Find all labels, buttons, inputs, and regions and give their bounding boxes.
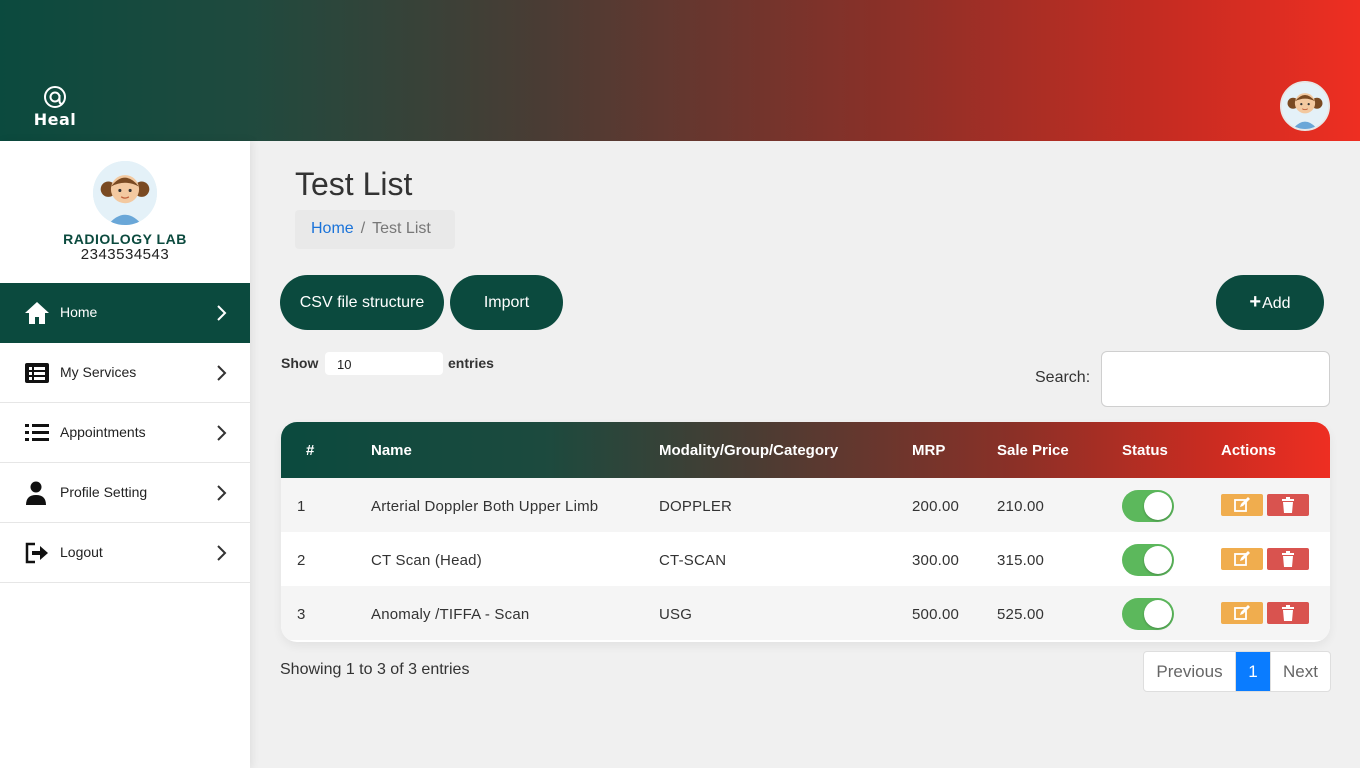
show-label: Show: [281, 355, 319, 371]
page-1-button[interactable]: 1: [1236, 652, 1270, 691]
entries-per-page-select[interactable]: 10: [325, 352, 443, 375]
heal-logo[interactable]: Heal: [30, 84, 80, 129]
sidebar-profile: RADIOLOGY LAB 2343534543: [0, 141, 250, 283]
plus-icon: +: [1249, 291, 1262, 313]
column-header-actions: Actions: [1221, 442, 1277, 459]
sidebar-item-label: Appointments: [60, 424, 146, 440]
delete-button[interactable]: [1267, 494, 1309, 516]
cell-name: Anomaly /TIFFA - Scan: [371, 606, 530, 623]
toggle-knob: [1144, 546, 1172, 574]
edit-icon: [1234, 605, 1250, 620]
delete-button[interactable]: [1267, 548, 1309, 570]
home-icon: [25, 302, 49, 324]
breadcrumb-current: Test List: [372, 220, 431, 237]
sidebar-item-label: Logout: [60, 544, 103, 560]
breadcrumb-home-link[interactable]: Home: [311, 220, 354, 237]
edit-icon: [1234, 551, 1250, 566]
lab-name: RADIOLOGY LAB: [63, 231, 187, 247]
cell-category: USG: [659, 606, 693, 623]
column-header-name[interactable]: Name: [371, 442, 412, 459]
chevron-right-icon: [217, 425, 227, 441]
cell-number: 3: [297, 606, 306, 623]
pagination: Previous 1 Next: [1143, 651, 1331, 692]
delete-button[interactable]: [1267, 602, 1309, 624]
test-table: # Name Modality/Group/Category MRP Sale …: [281, 422, 1330, 642]
table-row: 2 CT Scan (Head) CT-SCAN 300.00 315.00: [281, 532, 1330, 586]
chevron-right-icon: [217, 365, 227, 381]
avatar-girl-icon: [1282, 83, 1328, 129]
column-header-sale-price[interactable]: Sale Price: [997, 442, 1069, 459]
chevron-right-icon: [217, 545, 227, 561]
user-avatar[interactable]: [1280, 81, 1330, 131]
lab-avatar: [93, 161, 157, 225]
cell-name: Arterial Doppler Both Upper Limb: [371, 498, 599, 515]
table-row: 3 Anomaly /TIFFA - Scan USG 500.00 525.0…: [281, 586, 1330, 640]
cell-category: DOPPLER: [659, 498, 733, 515]
cell-number: 1: [297, 498, 306, 515]
cell-sale-price: 210.00: [997, 498, 1045, 515]
trash-icon: [1282, 605, 1294, 621]
sidebar-item-my-services[interactable]: My Services: [0, 343, 250, 403]
logout-icon: [25, 542, 48, 564]
add-button[interactable]: +Add: [1216, 275, 1324, 330]
column-header-category[interactable]: Modality/Group/Category: [659, 442, 838, 459]
edit-button[interactable]: [1221, 602, 1263, 624]
sidebar-item-label: My Services: [60, 364, 137, 380]
column-header-status[interactable]: Status: [1122, 442, 1168, 459]
sidebar: RADIOLOGY LAB 2343534543 Home My Service…: [0, 141, 250, 768]
page-title: Test List: [295, 166, 413, 202]
list-icon: [25, 424, 49, 441]
user-icon: [26, 481, 46, 505]
next-page-button[interactable]: Next: [1270, 652, 1330, 691]
cell-sale-price: 315.00: [997, 552, 1045, 569]
breadcrumb: Home / Test List: [295, 210, 455, 249]
cell-mrp: 500.00: [912, 606, 960, 623]
status-toggle[interactable]: [1122, 598, 1174, 630]
import-button[interactable]: Import: [450, 275, 563, 330]
sidebar-item-logout[interactable]: Logout: [0, 523, 250, 583]
column-header-number[interactable]: #: [306, 442, 314, 459]
cell-sale-price: 525.00: [997, 606, 1045, 623]
previous-page-button[interactable]: Previous: [1144, 652, 1236, 691]
cell-category: CT-SCAN: [659, 552, 727, 569]
sidebar-item-label: Home: [60, 304, 98, 320]
edit-button[interactable]: [1221, 494, 1263, 516]
table-info: Showing 1 to 3 of 3 entries: [280, 661, 470, 678]
search-label: Search:: [1035, 369, 1091, 386]
trash-icon: [1282, 497, 1294, 513]
status-toggle[interactable]: [1122, 490, 1174, 522]
logo-text: Heal: [33, 110, 77, 129]
cell-mrp: 200.00: [912, 498, 960, 515]
column-header-mrp[interactable]: MRP: [912, 442, 945, 459]
sidebar-item-home[interactable]: Home: [0, 283, 250, 343]
top-header: Heal: [0, 0, 1360, 141]
sidebar-item-appointments[interactable]: Appointments: [0, 403, 250, 463]
add-button-label: Add: [1262, 295, 1291, 312]
edit-icon: [1234, 497, 1250, 512]
search-input[interactable]: [1101, 351, 1330, 407]
toggle-knob: [1144, 492, 1172, 520]
table-row: 1 Arterial Doppler Both Upper Limb DOPPL…: [281, 478, 1330, 532]
cell-name: CT Scan (Head): [371, 552, 482, 569]
sidebar-item-label: Profile Setting: [60, 484, 148, 500]
chevron-right-icon: [217, 305, 227, 321]
avatar-girl-icon: [93, 161, 157, 225]
cell-mrp: 300.00: [912, 552, 960, 569]
chevron-right-icon: [217, 485, 227, 501]
entries-label: entries: [448, 355, 494, 371]
toggle-knob: [1144, 600, 1172, 628]
cell-number: 2: [297, 552, 306, 569]
edit-button[interactable]: [1221, 548, 1263, 570]
sidebar-item-profile-setting[interactable]: Profile Setting: [0, 463, 250, 523]
list-box-icon: [25, 363, 49, 383]
sidebar-nav: Home My Services Appointments Profile Se…: [0, 283, 250, 583]
at-logo-icon: [44, 86, 66, 108]
lab-phone: 2343534543: [80, 246, 170, 263]
table-header: # Name Modality/Group/Category MRP Sale …: [281, 422, 1330, 478]
csv-structure-button[interactable]: CSV file structure: [280, 275, 444, 330]
trash-icon: [1282, 551, 1294, 567]
status-toggle[interactable]: [1122, 544, 1174, 576]
breadcrumb-separator: /: [360, 220, 366, 237]
